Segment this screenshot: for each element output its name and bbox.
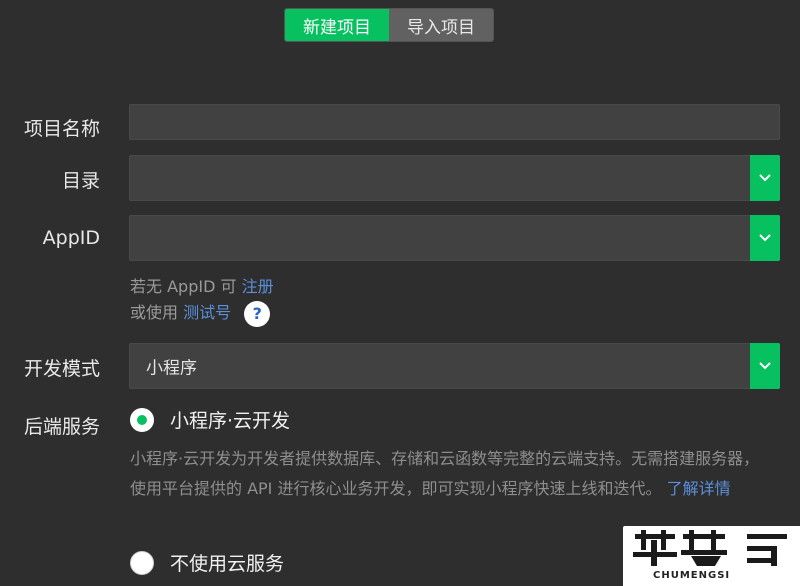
tab-import-project[interactable]: 导入项目 bbox=[389, 9, 493, 41]
dev-mode-select[interactable]: 小程序 bbox=[129, 343, 780, 389]
cloud-desc-text: 小程序·云开发为开发者提供数据库、存储和云函数等完整的云端支持。无需搭建服务器，… bbox=[130, 449, 760, 498]
directory-label: 目录 bbox=[61, 170, 100, 192]
watermark-logo: CHUMENGSI bbox=[623, 526, 800, 586]
project-mode-tabs: 新建项目 导入项目 bbox=[284, 8, 494, 42]
backend-label: 后端服务 bbox=[23, 416, 100, 438]
radio-no-cloud[interactable]: 不使用云服务 bbox=[130, 549, 284, 576]
tab-new-project[interactable]: 新建项目 bbox=[285, 9, 389, 41]
radio-no-cloud-label: 不使用云服务 bbox=[170, 553, 285, 575]
appid-hint: 若无 AppID 可 注册 bbox=[130, 273, 274, 297]
project-name-input[interactable] bbox=[129, 104, 780, 140]
project-name-label: 项目名称 bbox=[23, 118, 100, 140]
watermark-text: CHUMENGSI bbox=[653, 570, 731, 581]
test-account-link[interactable]: 测试号 bbox=[183, 303, 231, 322]
directory-dropdown-button[interactable] bbox=[750, 155, 780, 201]
chevron-down-icon bbox=[759, 174, 771, 182]
test-account-hint: 或使用 测试号 ? bbox=[130, 299, 271, 327]
radio-unselected-icon[interactable] bbox=[130, 550, 154, 575]
dev-mode-dropdown-button[interactable] bbox=[750, 343, 780, 389]
register-link[interactable]: 注册 bbox=[242, 277, 274, 296]
test-hint-text: 或使用 bbox=[130, 303, 179, 322]
cloud-dev-description: 小程序·云开发为开发者提供数据库、存储和云函数等完整的云端支持。无需搭建服务器，… bbox=[130, 444, 775, 504]
directory-select[interactable] bbox=[129, 155, 780, 201]
radio-cloud-dev-label: 小程序·云开发 bbox=[170, 410, 291, 432]
appid-hint-text: 若无 AppID 可 bbox=[130, 277, 237, 296]
dev-mode-value: 小程序 bbox=[146, 358, 197, 379]
learn-more-link[interactable]: 了解详情 bbox=[667, 479, 731, 498]
chevron-down-icon bbox=[759, 362, 771, 370]
chevron-down-icon bbox=[759, 234, 771, 242]
appid-select[interactable] bbox=[129, 215, 780, 261]
radio-selected-icon[interactable] bbox=[130, 407, 154, 432]
watermark-glyph-icon-2 bbox=[747, 534, 787, 566]
watermark-glyph-icon bbox=[633, 530, 727, 566]
appid-label: AppID bbox=[42, 227, 100, 249]
dev-mode-label: 开发模式 bbox=[23, 358, 100, 380]
help-icon[interactable]: ? bbox=[244, 300, 271, 327]
appid-dropdown-button[interactable] bbox=[750, 215, 780, 261]
radio-cloud-dev[interactable]: 小程序·云开发 bbox=[130, 406, 290, 433]
